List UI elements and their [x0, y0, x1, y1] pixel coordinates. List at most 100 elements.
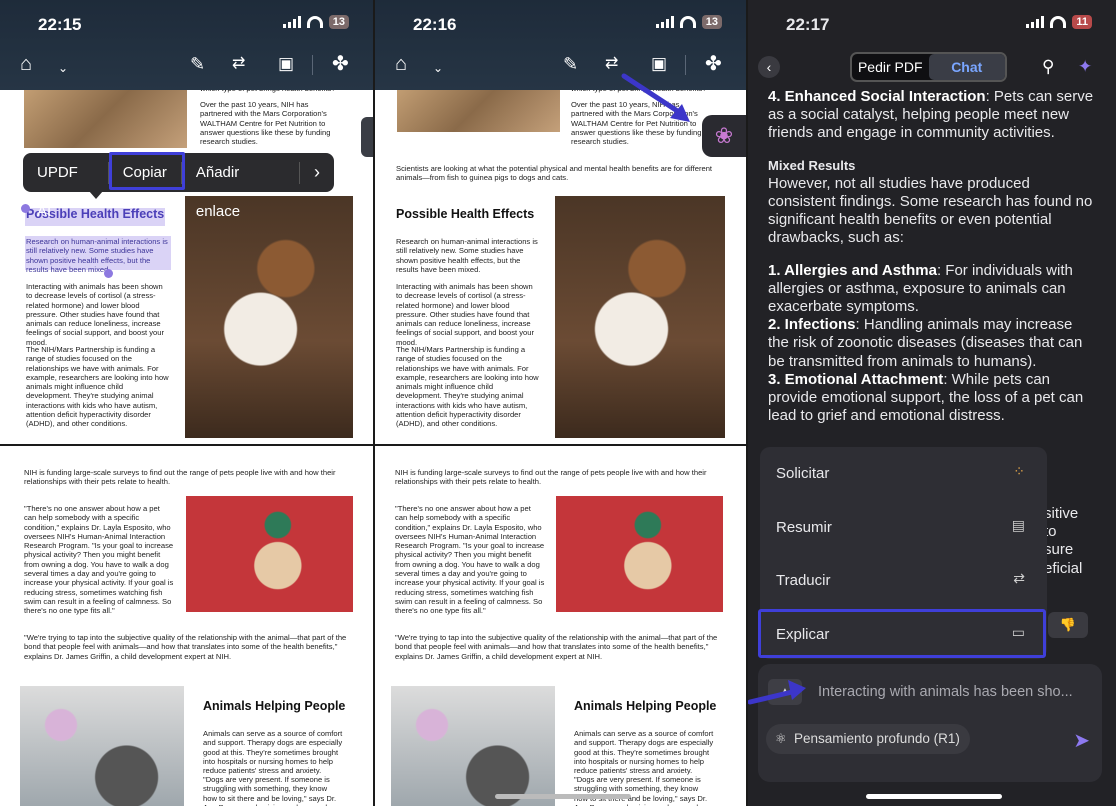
response-point: 2. Infections: Handling animals may incr…: [768, 316, 1094, 371]
selection-start-handle[interactable]: [21, 204, 30, 213]
point-title: 3. Emotional Attachment: [768, 370, 944, 388]
chevron-down-icon[interactable]: ⌄: [433, 58, 443, 78]
doc-quote: "There's no one answer about how a pet c…: [24, 504, 174, 616]
page-separator: [375, 444, 746, 446]
home-indicator: [495, 794, 631, 799]
point-title: 4. Enhanced Social Interaction: [768, 88, 986, 105]
updf-ai-float-button[interactable]: ❀: [702, 115, 746, 157]
thumbs-down-button[interactable]: 👎: [1048, 612, 1088, 638]
send-icon[interactable]: ➤: [1073, 728, 1090, 753]
home-icon[interactable]: ⌂: [20, 54, 32, 74]
status-time: 22:17: [786, 15, 830, 34]
screen-select-text: 22:15 13 ⌂ ⌄ ✎ ⇄ ▣ ✤ which type of pet b…: [0, 0, 373, 806]
summary-icon: ▤: [1011, 517, 1025, 533]
back-button[interactable]: ‹: [758, 56, 780, 78]
top-bar: 22:15 13 ⌂ ⌄ ✎ ⇄ ▣ ✤: [0, 0, 373, 90]
section-heading: Mixed Results: [768, 157, 856, 173]
grid-icon[interactable]: ✤: [332, 54, 349, 74]
cat-flower-image: [391, 686, 555, 806]
translate-icon: ⇄: [1013, 570, 1025, 586]
doc-paragraph: The NIH/Mars Partnership is funding a ra…: [26, 345, 169, 429]
response-paragraph: However, not all studies have produced c…: [768, 174, 1093, 247]
home-icon[interactable]: ⌂: [395, 54, 407, 74]
status-time: 22:15: [38, 15, 82, 34]
translate-icon[interactable]: ⇄: [605, 54, 618, 74]
ai-flower-icon: ❀: [714, 123, 734, 148]
doc-paragraph: Interacting with animals has been shown …: [396, 282, 535, 347]
translate-icon[interactable]: ⇄: [232, 54, 245, 74]
pointer-arrow-icon: [748, 680, 806, 705]
doc-paragraph-selected[interactable]: Research on human-animal interactions is…: [26, 237, 170, 274]
doc-paragraph: Animals can serve as a source of comfort…: [203, 729, 343, 776]
wifi-icon: [306, 16, 323, 28]
menu-item-summarize[interactable]: Resumir ▤: [760, 501, 1047, 554]
highlighter-icon[interactable]: ✎: [563, 54, 578, 74]
doc-heading: Animals Helping People: [203, 699, 346, 713]
pdf-page-top: which type of pet brings health benefits…: [375, 80, 746, 444]
tab-ask-pdf[interactable]: Pedir PDF: [852, 54, 929, 80]
dog-cat-image: [555, 196, 725, 438]
grid-icon[interactable]: ✤: [705, 54, 722, 74]
menu-item-label: Solicitar: [776, 465, 830, 482]
pdf-page-bottom: NIH is funding large-scale surveys to fi…: [375, 446, 746, 806]
doc-heading: Animals Helping People: [574, 699, 717, 713]
explain-highlight-box: [758, 609, 1046, 658]
sparkle-icon[interactable]: ✦: [1078, 57, 1092, 77]
menu-item-label: Resumir: [776, 519, 832, 536]
text-fragment: to: [1044, 523, 1057, 541]
image-add-icon[interactable]: ▣: [651, 54, 667, 74]
chevron-right-icon[interactable]: ›: [300, 153, 334, 192]
tab-chat[interactable]: Chat: [928, 54, 1005, 80]
pointer-arrow-icon: [621, 73, 690, 122]
response-point: 4. Enhanced Social Interaction: Pets can…: [768, 88, 1094, 143]
deep-thinking-toggle[interactable]: ⚛ Pensamiento profundo (R1): [766, 724, 970, 754]
page-separator: [0, 444, 373, 446]
highlighter-icon[interactable]: ✎: [190, 54, 205, 74]
chevron-down-icon[interactable]: ⌄: [58, 58, 68, 78]
point-title: 1. Allergies and Asthma: [768, 261, 937, 279]
doc-paragraph: "Dogs are very present. If someone is st…: [574, 775, 708, 806]
context-menu-pointer: [89, 191, 103, 199]
battery-icon: 11: [1072, 15, 1092, 29]
deep-thinking-label: Pensamiento profundo (R1): [794, 731, 960, 746]
wifi-icon: [679, 16, 696, 28]
doc-quote: "We're trying to tap into the subjective…: [395, 633, 718, 661]
text-fragment: sitive: [1044, 505, 1079, 522]
christmas-dog-image: [556, 496, 723, 612]
copy-highlight-box: [109, 152, 185, 190]
image-add-icon[interactable]: ▣: [278, 54, 294, 74]
response-point: 3. Emotional Attachment: While pets can …: [768, 371, 1094, 426]
selection-end-handle[interactable]: [104, 269, 113, 278]
pdf-page-bottom: NIH is funding large-scale surveys to fi…: [0, 446, 373, 806]
chat-input[interactable]: Interacting with animals has been sho...: [818, 684, 1096, 700]
doc-paragraph: Animals can serve as a source of comfort…: [574, 729, 714, 776]
menu-item-prompt[interactable]: Solicitar ⁘: [760, 447, 1047, 500]
doc-paragraph: "Dogs are very present. If someone is st…: [203, 775, 337, 806]
menu-updf-ai[interactable]: UPDF AI: [23, 153, 108, 220]
cat-flower-image: [20, 686, 184, 806]
signal-icon: [1026, 16, 1045, 28]
doc-quote: "We're trying to tap into the subjective…: [24, 633, 347, 661]
brain-icon: ⚛: [775, 731, 787, 746]
doc-paragraph: NIH is funding large-scale surveys to fi…: [24, 468, 336, 487]
text-fragment: sure: [1044, 541, 1074, 559]
battery-icon: 13: [701, 15, 722, 29]
signal-icon: [282, 16, 301, 28]
dog-cat-image: [185, 196, 353, 438]
screen-ai-button: 22:16 13 ⌂ ⌄ ✎ ⇄ ▣ ✤ which type of pet b…: [375, 0, 746, 806]
status-time: 22:16: [413, 15, 457, 34]
home-indicator: [866, 794, 1002, 799]
menu-add-link[interactable]: Añadir enlace: [182, 153, 299, 220]
menu-item-label: Traducir: [776, 572, 831, 589]
doc-paragraph: The NIH/Mars Partnership is funding a ra…: [396, 345, 539, 429]
chat-response: 4. Enhanced Social Interaction: Pets can…: [768, 88, 1094, 425]
broom-icon[interactable]: ⚲: [1042, 57, 1054, 77]
doc-quote: "There's no one answer about how a pet c…: [395, 504, 545, 616]
doc-caption: Scientists are looking at what the poten…: [396, 164, 713, 183]
signal-icon: [655, 16, 674, 28]
pdf-page-top: which type of pet brings health benefits…: [0, 80, 373, 444]
doc-paragraph: Interacting with animals has been shown …: [26, 282, 165, 347]
prompt-grid-icon: ⁘: [1013, 463, 1025, 479]
side-handle[interactable]: [361, 117, 373, 157]
menu-item-translate[interactable]: Traducir ⇄: [760, 554, 1047, 607]
